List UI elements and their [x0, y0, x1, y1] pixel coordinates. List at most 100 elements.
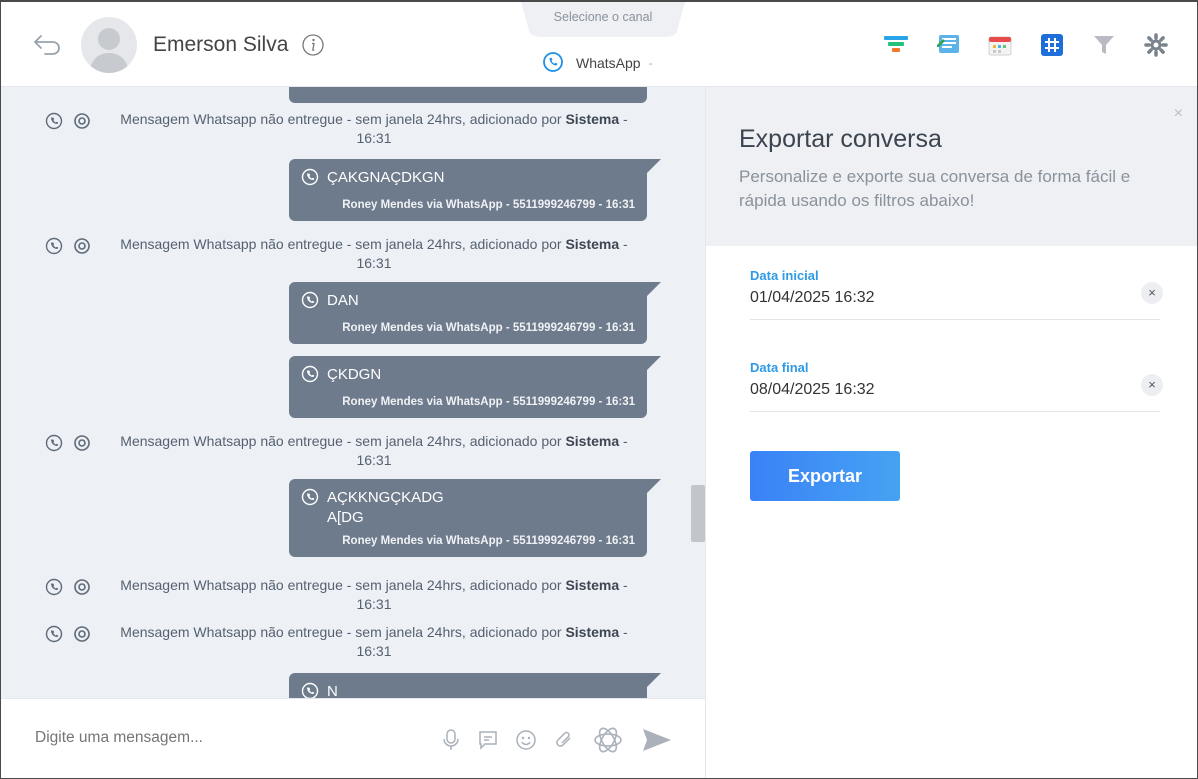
- end-date-label: Data final: [750, 360, 809, 375]
- whatsapp-icon: [301, 291, 319, 315]
- status-circle-icon: [73, 578, 91, 614]
- whatsapp-icon: [301, 682, 319, 698]
- system-dash: -: [623, 577, 628, 593]
- chat-history[interactable]: Mensagem Whatsapp não entregue - sem jan…: [1, 87, 705, 698]
- message-bubble[interactable]: DAN Roney Mendes via WhatsApp - 55119992…: [289, 282, 661, 344]
- start-date-label: Data inicial: [750, 268, 819, 283]
- message-meta: Roney Mendes via WhatsApp - 551199924679…: [342, 396, 635, 408]
- message-text: N: [327, 683, 338, 698]
- end-date-field[interactable]: Data final 08/04/2025 16:32 ×: [750, 360, 1163, 412]
- system-message: Mensagem Whatsapp não entregue - sem jan…: [45, 576, 645, 614]
- message-meta: Roney Mendes via WhatsApp - 551199924679…: [342, 199, 635, 211]
- chat-scrollbar[interactable]: [688, 87, 705, 698]
- system-author: Sistema: [565, 433, 620, 449]
- app-window: Emerson Silva Selecione o canal WhatsApp…: [0, 0, 1198, 779]
- system-time: 16:31: [356, 255, 392, 271]
- message-bubble[interactable]: N: [289, 673, 661, 698]
- contact-name[interactable]: Emerson Silva: [153, 33, 288, 57]
- system-dash: -: [623, 433, 628, 449]
- clear-end-date-icon[interactable]: ×: [1141, 374, 1163, 396]
- whatsapp-icon: [301, 365, 319, 389]
- status-circle-icon: [73, 237, 91, 273]
- system-author: Sistema: [565, 236, 620, 252]
- whatsapp-icon: [45, 625, 63, 661]
- whatsapp-icon: [301, 488, 319, 512]
- panel-title: Exportar conversa: [739, 125, 942, 153]
- funnel-chart-icon[interactable]: [881, 32, 911, 58]
- export-button[interactable]: Exportar: [750, 451, 900, 501]
- channel-value: WhatsApp: [576, 55, 641, 71]
- system-time: 16:31: [356, 643, 392, 659]
- message-bubble[interactable]: ÇAKGNAÇDKGN Roney Mendes via WhatsApp - …: [289, 159, 661, 221]
- export-panel-header: Exportar conversa Personalize e exporte …: [706, 87, 1197, 246]
- status-circle-icon: [73, 625, 91, 661]
- end-date-value[interactable]: 08/04/2025 16:32: [750, 381, 1160, 399]
- system-dash: -: [623, 236, 628, 252]
- channel-tab: Selecione o canal: [521, 2, 685, 37]
- attachment-icon[interactable]: [553, 729, 575, 756]
- whatsapp-icon: [45, 237, 63, 273]
- message-bubble[interactable]: ÇKDGN Roney Mendes via WhatsApp - 551199…: [289, 356, 661, 418]
- message-bubble-partial: [289, 87, 647, 103]
- message-meta: Roney Mendes via WhatsApp - 551199924679…: [342, 322, 635, 334]
- system-text: Mensagem Whatsapp não entregue - sem jan…: [120, 577, 562, 593]
- emoji-icon[interactable]: [515, 729, 537, 756]
- user-silhouette-icon: [89, 28, 129, 73]
- start-date-field[interactable]: Data inicial 01/04/2025 16:32 ×: [750, 268, 1163, 320]
- system-text: Mensagem Whatsapp não entregue - sem jan…: [120, 433, 562, 449]
- system-message: Mensagem Whatsapp não entregue - sem jan…: [45, 110, 645, 148]
- whatsapp-icon: [301, 168, 319, 192]
- system-author: Sistema: [565, 577, 620, 593]
- send-icon[interactable]: [641, 726, 673, 759]
- message-text: AÇKKNGÇKADG: [327, 489, 444, 506]
- notes-icon[interactable]: [933, 32, 963, 58]
- system-message: Mensagem Whatsapp não entregue - sem jan…: [45, 432, 645, 470]
- conversation-header: Emerson Silva Selecione o canal WhatsApp…: [1, 2, 1197, 87]
- system-dash: -: [623, 624, 628, 640]
- system-message: Mensagem Whatsapp não entregue - sem jan…: [45, 235, 645, 273]
- system-author: Sistema: [565, 624, 620, 640]
- system-text: Mensagem Whatsapp não entregue - sem jan…: [120, 111, 562, 127]
- quick-reply-icon[interactable]: [477, 729, 499, 756]
- filter-icon[interactable]: [1089, 32, 1119, 58]
- ai-assistant-icon[interactable]: [591, 723, 625, 762]
- whatsapp-icon: [45, 434, 63, 470]
- whatsapp-icon: [542, 51, 564, 76]
- gear-icon[interactable]: [1141, 32, 1171, 58]
- composer-actions: [441, 723, 673, 762]
- message-composer: [1, 698, 705, 778]
- message-input[interactable]: [35, 729, 415, 747]
- system-author: Sistema: [565, 111, 620, 127]
- whatsapp-icon: [45, 112, 63, 148]
- whatsapp-icon: [45, 578, 63, 614]
- info-icon[interactable]: [301, 33, 325, 57]
- clear-start-date-icon[interactable]: ×: [1141, 282, 1163, 304]
- hashtag-icon[interactable]: [1037, 32, 1067, 58]
- system-time: 16:31: [356, 596, 392, 612]
- message-text: ÇAKGNAÇDKGN: [327, 169, 445, 186]
- panel-subtitle: Personalize e exporte sua conversa de fo…: [739, 167, 1131, 210]
- status-circle-icon: [73, 434, 91, 470]
- status-circle-icon: [73, 112, 91, 148]
- chat-scrollbar-thumb[interactable]: [691, 485, 705, 542]
- back-arrow-icon[interactable]: [31, 32, 63, 56]
- calendar-icon[interactable]: [985, 32, 1015, 58]
- start-date-value[interactable]: 01/04/2025 16:32: [750, 289, 1160, 307]
- close-icon[interactable]: ×: [1174, 105, 1183, 123]
- avatar[interactable]: [81, 17, 137, 73]
- message-meta: Roney Mendes via WhatsApp - 551199924679…: [342, 535, 635, 547]
- chevron-down-icon: -: [648, 56, 653, 70]
- channel-select[interactable]: WhatsApp -: [542, 51, 653, 76]
- message-text: ÇKDGN: [327, 366, 382, 383]
- message-text: DAN: [327, 292, 359, 309]
- system-time: 16:31: [356, 452, 392, 468]
- header-toolbar: [881, 32, 1171, 58]
- system-message: Mensagem Whatsapp não entregue - sem jan…: [45, 623, 645, 661]
- system-time: 16:31: [356, 130, 392, 146]
- system-text: Mensagem Whatsapp não entregue - sem jan…: [120, 624, 562, 640]
- microphone-icon[interactable]: [441, 728, 461, 757]
- message-text-line2: A[DG: [327, 509, 364, 526]
- system-dash: -: [623, 111, 628, 127]
- message-bubble[interactable]: AÇKKNGÇKADG A[DG Roney Mendes via WhatsAp…: [289, 479, 661, 557]
- system-text: Mensagem Whatsapp não entregue - sem jan…: [120, 236, 562, 252]
